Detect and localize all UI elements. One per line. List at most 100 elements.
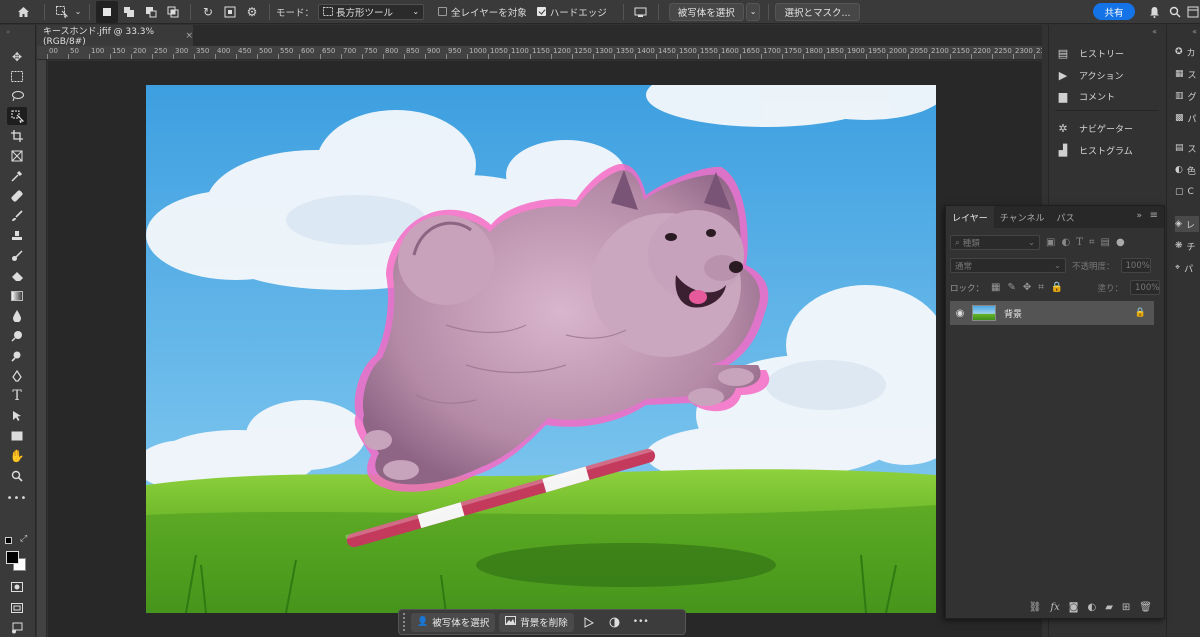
panel-button[interactable]: ◐ 色 [1175, 162, 1199, 178]
add-to-selection-icon[interactable] [118, 1, 140, 23]
filter-adjustment-icon[interactable]: ◐ [1061, 237, 1070, 248]
default-colors-icon[interactable] [5, 537, 12, 544]
opacity-input[interactable]: 100% [1120, 258, 1151, 273]
share-extra-icon[interactable] [7, 619, 27, 637]
refresh-icon[interactable]: ↻ [197, 1, 219, 23]
lasso-tool-icon[interactable] [7, 87, 27, 105]
close-icon[interactable]: × [185, 31, 193, 41]
fx-icon[interactable]: fx [1050, 602, 1059, 613]
eyedropper-tool-icon[interactable] [7, 167, 27, 185]
navigator-panel-button[interactable]: ✲ ナビゲーター [1057, 119, 1133, 137]
link-layers-icon[interactable]: ⛓ [1029, 602, 1042, 613]
panel-expand-icon[interactable]: » [1136, 211, 1142, 221]
blur-tool-icon[interactable] [7, 307, 27, 325]
magnifier-dodge-icon[interactable] [7, 347, 27, 365]
adjustment-icon[interactable] [604, 613, 626, 632]
select-and-mask-button[interactable]: 選択とマスク... [775, 2, 860, 21]
comments-panel-button[interactable]: ▆ コメント [1057, 87, 1115, 105]
gear-icon[interactable]: ⚙ [241, 1, 263, 23]
layer-row-background[interactable]: ◉ 背景 🔒 [950, 301, 1154, 325]
crop-tool-icon[interactable] [7, 127, 27, 145]
quick-mask-icon[interactable] [7, 578, 27, 596]
rectangle-tool-icon[interactable] [7, 427, 27, 445]
object-selection-tool-icon[interactable] [7, 107, 27, 125]
intersect-selection-icon[interactable] [162, 1, 184, 23]
object-finder-icon[interactable] [219, 1, 241, 23]
all-layers-checkbox[interactable]: 全レイヤーを対象 [438, 5, 527, 19]
home-icon[interactable] [12, 1, 34, 23]
new-layer-icon[interactable]: ⊞ [1122, 602, 1130, 613]
marquee-tool-icon[interactable] [7, 67, 27, 85]
select-subject-button[interactable]: 被写体を選択 [668, 2, 744, 21]
panel-button[interactable]: ▩ パ [1175, 110, 1199, 126]
panel-collapse-icon[interactable]: « [1192, 27, 1197, 36]
screen-mode-icon[interactable] [7, 599, 27, 617]
more-tools-icon[interactable]: ••• [7, 489, 27, 507]
hand-tool-icon[interactable]: ✋ [7, 447, 27, 465]
document-tab[interactable]: キースホンド.jfif @ 33.3% (RGB/8#) × [37, 25, 193, 47]
transform-icon[interactable] [578, 613, 600, 632]
pen-tool-icon[interactable] [7, 367, 27, 385]
tab-channels[interactable]: チャンネル [994, 206, 1051, 228]
layer-kind-filter[interactable]: ⌕ 種類 ⌄ [950, 235, 1040, 250]
drag-handle-icon[interactable] [403, 613, 407, 631]
lock-position-icon[interactable]: ✥ [1023, 282, 1031, 293]
layers-panel-button[interactable]: ◈ レ [1175, 216, 1199, 232]
panel-button[interactable]: ▥ グ [1175, 88, 1199, 104]
subtract-from-selection-icon[interactable] [140, 1, 162, 23]
select-subject-dropdown[interactable]: ⌄ [745, 2, 761, 21]
tab-layers[interactable]: レイヤー [946, 206, 994, 228]
trash-icon[interactable]: 🗑 [1139, 602, 1152, 613]
path-selection-tool-icon[interactable] [7, 407, 27, 425]
lock-transparent-icon[interactable]: ▦ [991, 282, 1000, 293]
share-button[interactable]: 共有 [1093, 3, 1135, 20]
filter-shape-icon[interactable]: ⌗ [1089, 237, 1095, 248]
actions-panel-button[interactable]: ▶ アクション [1057, 66, 1124, 84]
dodge-tool-icon[interactable] [7, 327, 27, 345]
panel-button[interactable]: ▦ ス [1175, 66, 1199, 82]
filter-pixel-icon[interactable]: ▣ [1046, 237, 1055, 248]
move-tool-icon[interactable]: ✥ [7, 48, 27, 66]
panel-menu-icon[interactable]: ≡ [1150, 210, 1158, 221]
sample-all-layers-icon[interactable] [630, 1, 652, 23]
panel-button[interactable]: ⌖ パ [1175, 260, 1199, 276]
lock-image-icon[interactable]: ✎ [1007, 282, 1015, 293]
lock-all-icon[interactable]: 🔒 [1051, 282, 1063, 293]
history-panel-button[interactable]: ▤ ヒストリー [1057, 44, 1124, 62]
frame-tool-icon[interactable] [7, 147, 27, 165]
workspace-icon[interactable] [1182, 1, 1200, 23]
blend-mode-select[interactable]: 通常 ⌄ [950, 258, 1066, 273]
object-selection-tool-preset-icon[interactable] [51, 1, 73, 23]
eye-icon[interactable]: ◉ [950, 308, 970, 319]
clone-stamp-tool-icon[interactable] [7, 227, 27, 245]
fill-input[interactable]: 100% [1130, 280, 1160, 295]
panel-button[interactable]: ▢ C [1175, 184, 1199, 200]
panel-button[interactable]: ✪ カ [1175, 44, 1199, 60]
panel-button[interactable]: ▤ ス [1175, 140, 1199, 156]
new-selection-icon[interactable] [96, 0, 118, 23]
gradient-tool-icon[interactable] [7, 287, 27, 305]
panel-button[interactable]: ❋ チ [1175, 238, 1199, 254]
add-mask-icon[interactable]: ◙ [1069, 602, 1079, 613]
more-options-icon[interactable]: ••• [630, 613, 652, 632]
filter-type-icon[interactable]: T [1076, 237, 1083, 248]
filter-smart-object-icon[interactable]: ▤ [1101, 237, 1110, 248]
healing-brush-tool-icon[interactable] [7, 187, 27, 205]
new-group-icon[interactable]: ▰ [1105, 602, 1113, 613]
filter-toggle-icon[interactable]: ● [1116, 237, 1125, 248]
lock-artboard-icon[interactable]: ⌗ [1038, 282, 1044, 293]
adjustment-layer-icon[interactable]: ◐ [1087, 602, 1096, 613]
history-brush-tool-icon[interactable] [7, 247, 27, 265]
brush-tool-icon[interactable] [7, 207, 27, 225]
type-tool-icon[interactable]: T [7, 387, 27, 405]
select-subject-context-button[interactable]: 👤 被写体を選択 [411, 612, 496, 632]
foreground-color-swatch[interactable] [6, 551, 19, 564]
remove-background-button[interactable]: 背景を削除 [499, 612, 574, 632]
swap-colors-icon[interactable]: ⤢ [20, 534, 27, 544]
bell-icon[interactable] [1143, 1, 1165, 23]
mode-select[interactable]: 長方形ツール ⌄ [318, 3, 425, 20]
hard-edge-checkbox[interactable]: ハードエッジ [536, 5, 607, 19]
zoom-tool-icon[interactable] [7, 467, 27, 485]
eraser-tool-icon[interactable] [7, 267, 27, 285]
tab-paths[interactable]: パス [1050, 206, 1080, 228]
